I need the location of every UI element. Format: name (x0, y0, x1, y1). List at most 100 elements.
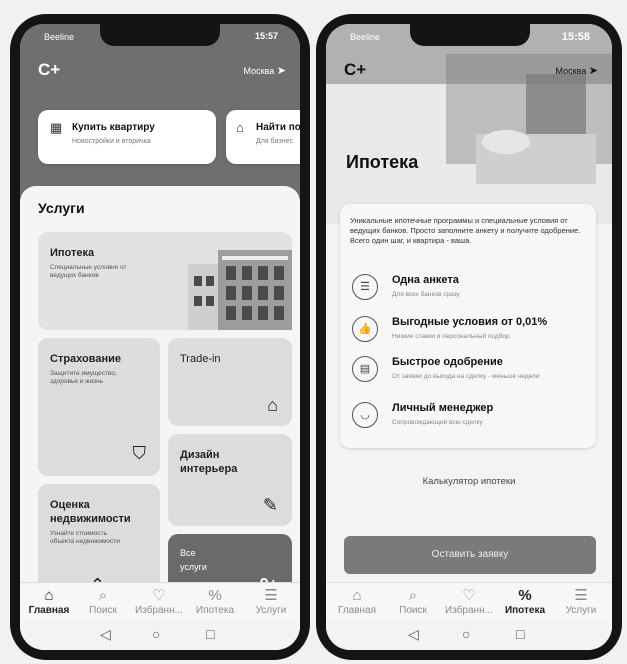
building-illustration (188, 250, 292, 330)
notch (100, 24, 220, 46)
system-nav-bar: ◁ ○ □ (326, 620, 612, 650)
feature-subtitle: От заявки до выхода на сделку - меньше н… (392, 373, 540, 380)
service-tile-valuation[interactable]: Оценка недвижимости Узнайте стоимость об… (38, 484, 160, 596)
feature-title: Выгодные условия от 0,01% (392, 316, 548, 328)
thumbs-up-icon: 👍 (352, 316, 378, 342)
intro-text: Уникальные ипотечные программы и специал… (350, 216, 581, 245)
home-button-icon[interactable]: ○ (462, 626, 470, 642)
nav-services[interactable]: ☰ Услуги (244, 587, 298, 616)
nav-search[interactable]: ⌕ Поиск (386, 587, 440, 616)
search-icon: ⌕ (408, 587, 418, 604)
quick-card-title: Найти по (256, 122, 300, 133)
feature-title: Личный менеджер (392, 402, 494, 414)
tile-title: Оценка недвижимости (50, 499, 131, 525)
shield-icon: ⛉ (132, 443, 147, 463)
percent-icon: % (518, 587, 532, 604)
chat-icon: ◡ (352, 402, 378, 428)
nav-label: Избранн... (135, 605, 183, 616)
city-selector[interactable]: Москва ➤ (556, 64, 598, 77)
nav-label: Услуги (255, 605, 287, 616)
quick-card-find[interactable]: ⌂ Найти по Для бизнес (226, 110, 300, 164)
carrier-label: Beeline (350, 32, 381, 42)
app-logo: C+ (38, 60, 61, 79)
feature-subtitle: Сопровождающий всю сделку (392, 419, 483, 426)
tile-title: Trade-in (180, 353, 221, 365)
home-icon: ⌂ (44, 587, 54, 604)
right-phone: Beeline 15:58 C+ Москва ➤ Ипотека Уникал… (316, 14, 622, 660)
briefcase-icon: ⌂ (236, 120, 244, 135)
location-arrow-icon: ➤ (588, 65, 598, 77)
nav-home[interactable]: ⌂ Главная (22, 587, 76, 616)
left-screen: Beeline 15:57 C+ Москва ➤ ▦ Купить кварт… (20, 24, 300, 650)
nav-label: Главная (28, 605, 70, 616)
quick-card-buy[interactable]: ▦ Купить квартиру Новостройки и вторичка (38, 110, 216, 164)
nav-favorites[interactable]: ♡ Избранн... (132, 587, 186, 616)
tile-subtitle: Специальные условия от ведущих банков (50, 264, 127, 279)
house-exchange-icon: ⌂ (267, 395, 278, 415)
tile-title: Ипотека (50, 247, 95, 259)
hero-room-photo (326, 24, 612, 224)
notch (410, 24, 530, 46)
nav-label: Ипотека (195, 605, 235, 616)
calculator-link[interactable]: Калькулятор ипотеки (326, 476, 612, 487)
percent-icon: % (208, 587, 222, 604)
nav-label: Главная (337, 605, 377, 616)
nav-mortgage[interactable]: % Ипотека (188, 587, 242, 616)
nav-home[interactable]: ⌂ Главная (330, 587, 384, 616)
carrier-label: Beeline (44, 32, 75, 42)
nav-favorites[interactable]: ♡ Избранн... (442, 587, 496, 616)
back-icon[interactable]: ◁ (100, 626, 111, 643)
home-icon: ⌂ (352, 587, 362, 604)
tile-title: Страхование (50, 353, 121, 365)
heart-icon: ♡ (462, 587, 476, 604)
nav-label: Поиск (89, 605, 117, 616)
mortgage-info-card: Уникальные ипотечные программы и специал… (340, 204, 596, 448)
page-title: Ипотека (346, 152, 419, 172)
tile-title: Дизайн интерьера (180, 449, 238, 475)
search-icon: ⌕ (98, 587, 108, 604)
recent-apps-icon[interactable]: □ (516, 626, 524, 642)
feature-one-form: ☰ Одна анкета Для всех банков сразу (352, 272, 586, 318)
location-arrow-icon: ➤ (276, 65, 286, 77)
tile-subtitle: Защитите имущество, здоровье и жизнь (50, 370, 117, 385)
right-screen: Beeline 15:58 C+ Москва ➤ Ипотека Уникал… (326, 24, 612, 650)
time-label: 15:58 (561, 31, 590, 43)
nav-search[interactable]: ⌕ Поиск (76, 587, 130, 616)
city-label: Москва (555, 66, 587, 76)
feature-title: Одна анкета (392, 274, 459, 286)
quick-card-subtitle: Для бизнес (256, 138, 293, 145)
time-label: 15:57 (254, 31, 278, 41)
service-tile-mortgage[interactable]: Ипотека Специальные условия от ведущих б… (38, 232, 292, 330)
nav-label: Избранн... (445, 605, 493, 616)
city-label: Москва (243, 66, 275, 76)
nav-label: Ипотека (504, 605, 546, 616)
tile-subtitle: Узнайте стоимость объекта недвижимости (50, 530, 120, 545)
city-selector[interactable]: Москва ➤ (244, 64, 286, 77)
nav-services[interactable]: ☰ Услуги (554, 587, 608, 616)
services-title: Услуги (38, 200, 85, 216)
service-tile-tradein[interactable]: Trade-in ⌂ (168, 338, 292, 426)
left-phone: Beeline 15:57 C+ Москва ➤ ▦ Купить кварт… (10, 14, 310, 660)
submit-button[interactable]: Оставить заявку (344, 536, 596, 574)
home-button-icon[interactable]: ○ (152, 626, 160, 642)
service-tile-insurance[interactable]: Страхование Защитите имущество, здоровье… (38, 338, 160, 476)
feature-subtitle: Низкие ставки и персональный подбор (392, 333, 510, 340)
back-icon[interactable]: ◁ (408, 626, 419, 643)
quick-card-title: Купить квартиру (72, 122, 155, 133)
document-icon: ☰ (352, 274, 378, 300)
recent-apps-icon[interactable]: □ (206, 626, 214, 642)
system-nav-bar: ◁ ○ □ (20, 620, 300, 650)
nav-label: Услуги (565, 605, 597, 616)
calendar-icon: ▤ (352, 356, 378, 382)
services-panel: Услуги Ипотека Специальные условия от ве… (20, 186, 300, 596)
heart-icon: ♡ (152, 587, 166, 604)
app-logo: C+ (344, 60, 367, 79)
feature-subtitle: Для всех банков сразу (392, 291, 460, 298)
feature-manager: ◡ Личный менеджер Сопровождающий всю сде… (352, 400, 586, 446)
nav-mortgage[interactable]: % Ипотека (498, 587, 552, 616)
paint-brush-icon: ✎ (262, 495, 278, 515)
services-icon: ☰ (574, 587, 588, 604)
service-tile-design[interactable]: Дизайн интерьера ✎ (168, 434, 292, 526)
quick-card-subtitle: Новостройки и вторичка (72, 138, 151, 145)
tile-title: Все услуги (180, 548, 207, 572)
